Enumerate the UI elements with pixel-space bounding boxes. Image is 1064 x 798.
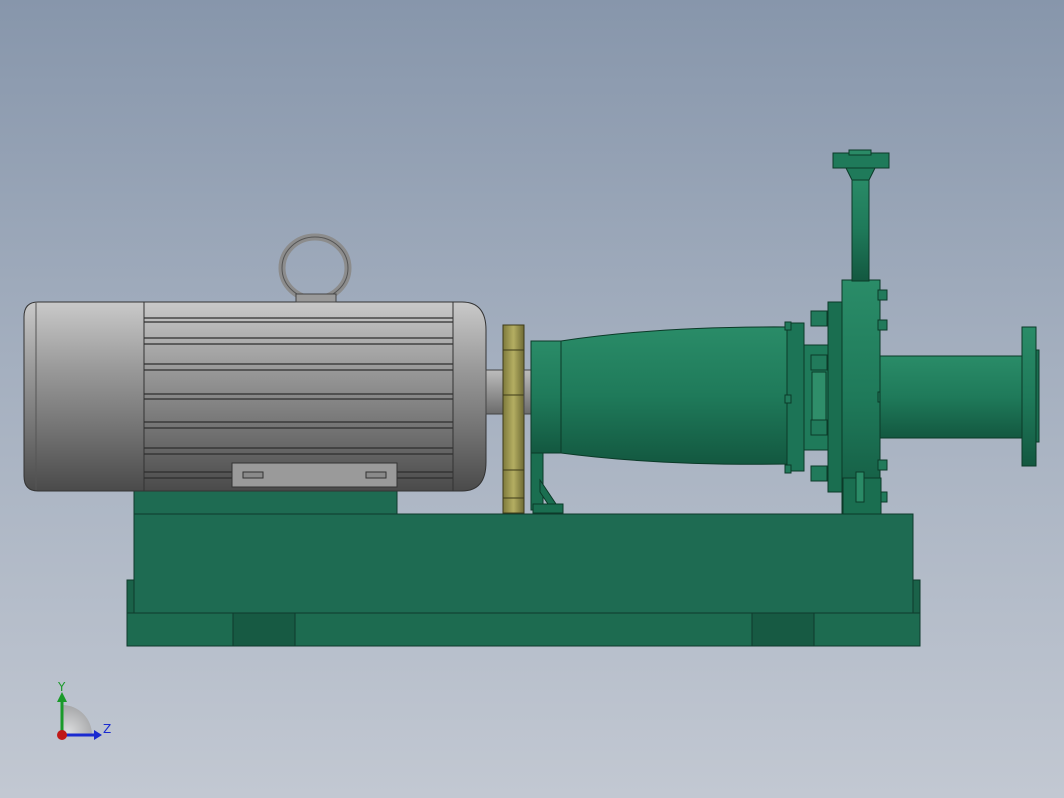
bearing-housing-front xyxy=(530,340,562,454)
shaft-coupling[interactable] xyxy=(502,324,535,514)
x-axis-origin xyxy=(57,730,67,740)
bearing-housing-taper xyxy=(560,326,791,465)
pump-bearing-housing[interactable] xyxy=(530,326,791,514)
pump-casing[interactable] xyxy=(784,279,888,515)
motor-front-flange xyxy=(452,301,487,492)
suction-flange xyxy=(1021,326,1037,467)
suction-pipe[interactable] xyxy=(879,326,1040,467)
base-foot-pad-left xyxy=(232,612,296,647)
discharge-pipe[interactable] xyxy=(832,149,890,282)
electric-motor[interactable] xyxy=(23,233,487,492)
coordinate-triad: Y Z xyxy=(57,680,111,740)
cad-viewport[interactable]: Y Z xyxy=(0,0,1064,798)
motor-shaft xyxy=(485,369,505,415)
motor-end-cap xyxy=(23,301,145,492)
triad-y-label: Y xyxy=(57,680,66,694)
base-foot-pad-right xyxy=(751,612,815,647)
coupling-disc xyxy=(502,324,525,514)
casing-volute xyxy=(827,301,843,493)
pump-assembly-drawing[interactable]: Y Z xyxy=(0,0,1064,798)
triad-z-label: Z xyxy=(103,722,111,736)
discharge-pipe-riser xyxy=(851,174,870,282)
suction-pipe-body xyxy=(879,355,1024,439)
base-main-block xyxy=(133,513,914,614)
